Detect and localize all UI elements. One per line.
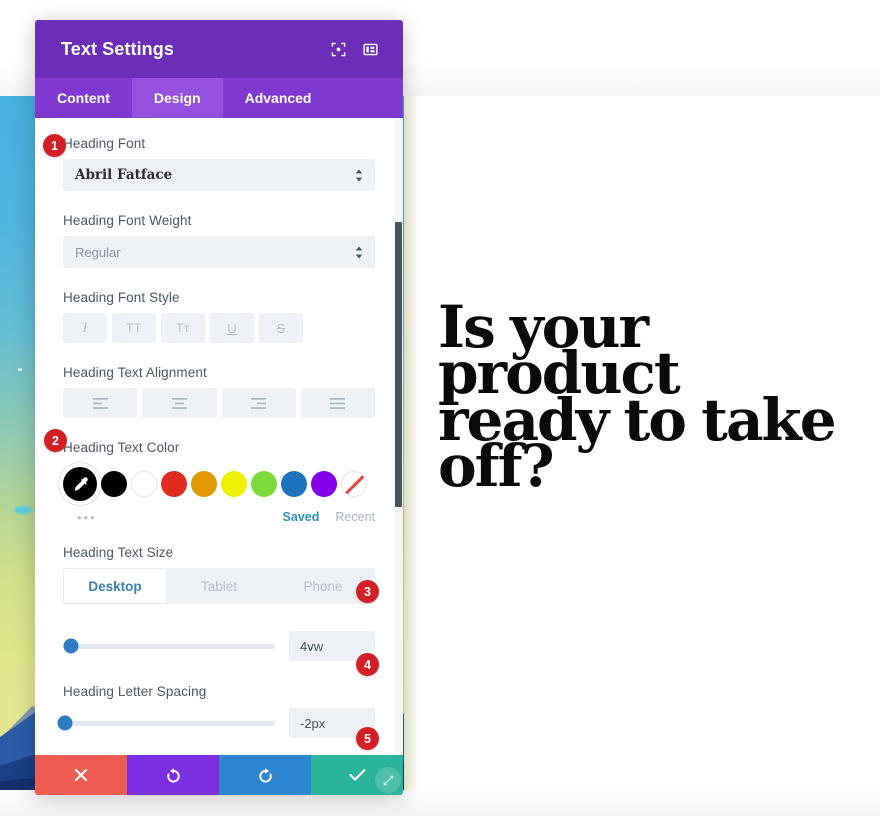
callout-badge-5: 5 [356,727,379,750]
panel-scrollbar-thumb[interactable] [395,222,402,507]
align-center-icon [171,397,188,409]
swatch-blue[interactable] [281,471,307,497]
chevron-updown-icon [355,246,363,259]
field-heading-text-color: Heading Text Color ••• Saved Recent [63,440,375,527]
close-icon [74,768,88,782]
modal-header: Text Settings [35,20,403,78]
checkmark-icon [348,768,366,782]
device-tab-group: Desktop Tablet Phone [63,568,375,604]
italic-icon: I [82,319,88,336]
callout-badge-3: 3 [356,580,379,603]
eyedropper-icon [72,476,89,493]
uppercase-icon: TT [126,321,142,335]
device-tab-desktop[interactable]: Desktop [63,568,167,604]
align-justify-button[interactable] [300,388,375,418]
modal-title: Text Settings [61,38,174,59]
swatch-purple[interactable] [311,471,337,497]
callout-badge-2: 2 [44,429,67,452]
heading-text-alignment-label: Heading Text Alignment [63,365,207,380]
preview-heading: Is your product ready to take off? [438,293,837,501]
align-justify-icon [329,397,346,409]
underline-button[interactable]: U [210,313,254,343]
align-left-icon [92,397,109,409]
strikethrough-icon: S [276,320,286,336]
heading-font-weight-select[interactable]: Regular [63,236,375,268]
strikethrough-button[interactable]: S [259,313,303,343]
tab-advanced[interactable]: Advanced [223,78,334,118]
underline-icon: U [227,320,237,336]
cloud-decor [18,368,22,371]
undo-button[interactable] [127,755,219,795]
heading-font-style-label: Heading Font Style [63,290,180,305]
tab-content[interactable]: Content [35,78,132,118]
italic-button[interactable]: I [63,313,107,343]
field-heading-font-style: Heading Font Style I TT Tᴛ U S [63,290,375,343]
heading-letter-spacing-label: Heading Letter Spacing [63,684,207,699]
heading-font-weight-value: Regular [75,244,121,260]
align-left-button[interactable] [63,388,138,418]
cancel-button[interactable] [35,755,127,795]
uppercase-button[interactable]: TT [112,313,156,343]
swatch-black[interactable] [101,471,127,497]
focus-target-icon[interactable] [325,36,351,62]
field-heading-font: Heading Font Abril Fatface [63,136,375,191]
color-swatch-row [63,463,375,505]
small-caps-button[interactable]: Tᴛ [161,313,205,343]
alignment-button-row [63,388,375,418]
slider-knob[interactable] [57,715,73,731]
slider-knob[interactable] [63,638,79,654]
heading-font-weight-label: Heading Font Weight [63,213,192,228]
modal-footer [35,755,403,795]
color-meta-row: ••• Saved Recent [63,507,375,527]
panel-layout-icon[interactable] [357,36,383,62]
heading-font-select[interactable]: Abril Fatface [63,159,375,191]
field-heading-text-alignment: Heading Text Alignment [63,365,375,418]
heading-text-size-slider-row: 4vw [63,630,375,662]
text-settings-modal: Text Settings Content Design Advanced He… [35,20,403,795]
saved-colors-tab[interactable]: Saved [283,510,320,524]
recent-colors-tab[interactable]: Recent [335,510,375,524]
callout-badge-4: 4 [356,653,379,676]
callout-badge-1: 1 [43,134,66,157]
swatch-none[interactable] [341,471,367,497]
more-colors-button[interactable]: ••• [63,510,283,525]
modal-body: Heading Font Abril Fatface Heading Font … [35,118,403,755]
heading-text-color-label: Heading Text Color [63,440,180,455]
resize-handle-icon[interactable] [375,767,401,793]
redo-button[interactable] [219,755,311,795]
align-right-button[interactable] [221,388,296,418]
swatch-orange[interactable] [191,471,217,497]
bird-decor [14,506,32,514]
hero-fade-overlay [404,96,418,796]
panel-scrollbar-track[interactable] [394,118,403,755]
redo-icon [257,767,274,784]
tab-design[interactable]: Design [131,78,223,118]
chevron-updown-icon [355,169,363,182]
field-heading-font-weight: Heading Font Weight Regular [63,213,375,268]
small-caps-icon: Tᴛ [176,321,190,335]
heading-font-label: Heading Font [63,136,146,151]
eyedropper-swatch-button[interactable] [63,467,97,501]
heading-text-size-label: Heading Text Size [63,545,174,560]
font-style-button-row: I TT Tᴛ U S [63,313,375,343]
swatch-green[interactable] [251,471,277,497]
field-heading-letter-spacing: Heading Letter Spacing -2px [57,684,375,739]
modal-tab-bar: Content Design Advanced [35,78,403,118]
swatch-red[interactable] [161,471,187,497]
swatch-yellow[interactable] [221,471,247,497]
undo-icon [165,767,182,784]
swatch-white[interactable] [131,471,157,497]
device-tab-tablet[interactable]: Tablet [167,568,271,604]
field-heading-text-size: Heading Text Size Desktop Tablet Phone 4… [63,545,375,662]
heading-letter-spacing-slider-row: -2px [57,707,375,739]
heading-font-value: Abril Fatface [75,167,173,183]
heading-letter-spacing-slider[interactable] [57,715,275,731]
heading-text-size-slider[interactable] [63,638,275,654]
align-center-button[interactable] [142,388,217,418]
align-right-icon [250,397,267,409]
screen: Is your product ready to take off? Text … [0,0,880,816]
